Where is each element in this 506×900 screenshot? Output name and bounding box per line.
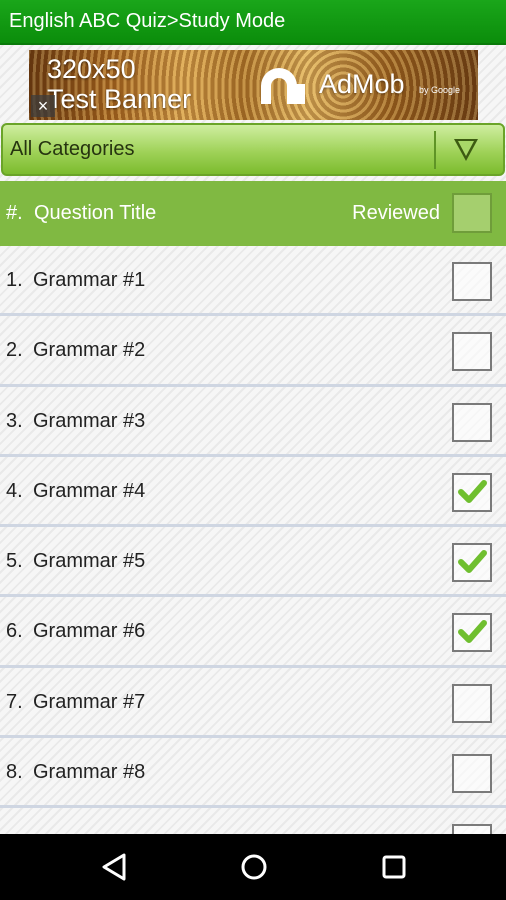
reviewed-checkbox[interactable] (452, 543, 492, 583)
reviewed-checkbox[interactable] (452, 402, 492, 442)
question-row[interactable]: 5. Grammar #5 (0, 527, 506, 598)
reviewed-checkbox[interactable] (452, 472, 492, 512)
question-row[interactable] (0, 808, 506, 834)
question-row[interactable]: 3. Grammar #3 (0, 387, 506, 457)
ad-banner[interactable]: 320x50 Test Banner × AdMob by Google (29, 50, 478, 120)
question-row[interactable]: 2. Grammar #2 (0, 316, 506, 387)
row-number: 5. (6, 550, 23, 573)
reviewed-checkbox[interactable] (452, 332, 492, 372)
back-icon[interactable] (100, 852, 128, 882)
question-list[interactable]: 1. Grammar #1 2. Grammar #2 3. Grammar #3 4. Gr… (0, 246, 506, 834)
reviewed-checkbox[interactable] (452, 262, 492, 301)
row-title: Grammar #1 (33, 269, 146, 291)
reviewed-checkbox[interactable] (452, 613, 492, 653)
ad-size-text: 320x50 (47, 54, 136, 84)
checkmark-icon (458, 550, 487, 574)
row-title: Grammar #3 (33, 409, 146, 432)
reviewed-checkbox[interactable] (452, 824, 492, 834)
reviewed-checkbox[interactable] (452, 683, 492, 723)
row-number: 1. (6, 269, 23, 291)
row-number: 2. (6, 339, 23, 362)
row-number: 4. (6, 479, 23, 502)
list-header: #. Question Title Reviewed (0, 181, 506, 246)
dropdown-arrow-icon-inner (458, 141, 474, 156)
row-number: 6. (6, 620, 23, 643)
row-title: Grammar #6 (33, 620, 146, 643)
dropdown-divider (434, 131, 436, 169)
row-title: Grammar #5 (33, 550, 146, 573)
select-all-checkbox[interactable] (452, 193, 492, 233)
row-number: 7. (6, 690, 23, 713)
ad-close-icon[interactable]: × (31, 95, 55, 117)
system-nav-bar (0, 834, 506, 900)
question-row[interactable]: 8. Grammar #8 (0, 738, 506, 809)
row-title: Grammar #7 (33, 690, 146, 713)
question-row[interactable]: 1. Grammar #1 (0, 246, 506, 317)
header-title-label: Question Title (34, 202, 157, 224)
home-icon[interactable] (240, 853, 268, 881)
admob-logo-icon (261, 68, 305, 104)
row-title: Grammar #8 (33, 761, 146, 784)
row-title: Grammar #4 (33, 479, 146, 502)
ad-brand-sub: by Google (419, 85, 461, 95)
category-dropdown-value: All Categories (10, 138, 135, 160)
checkmark-icon (458, 479, 487, 503)
row-title: Grammar #2 (33, 339, 146, 362)
checkmark-icon (458, 620, 487, 644)
header-reviewed-label: Reviewed (352, 202, 440, 224)
app-title-bar: English ABC Quiz>Study Mode (0, 0, 506, 45)
header-number-label: #. (6, 202, 23, 224)
question-row[interactable]: 4. Grammar #4 (0, 457, 506, 528)
ad-label: Test Banner (47, 84, 192, 114)
reviewed-checkbox[interactable] (452, 754, 492, 794)
recents-icon[interactable] (382, 855, 406, 879)
row-number: 3. (6, 409, 23, 432)
question-row[interactable]: 7. Grammar #7 (0, 668, 506, 739)
app-title: English ABC Quiz>Study Mode (9, 10, 286, 32)
row-number: 8. (6, 761, 23, 784)
question-row[interactable]: 6. Grammar #6 (0, 597, 506, 668)
ad-brand: AdMob (319, 69, 405, 99)
category-dropdown[interactable]: All Categories (1, 123, 505, 176)
